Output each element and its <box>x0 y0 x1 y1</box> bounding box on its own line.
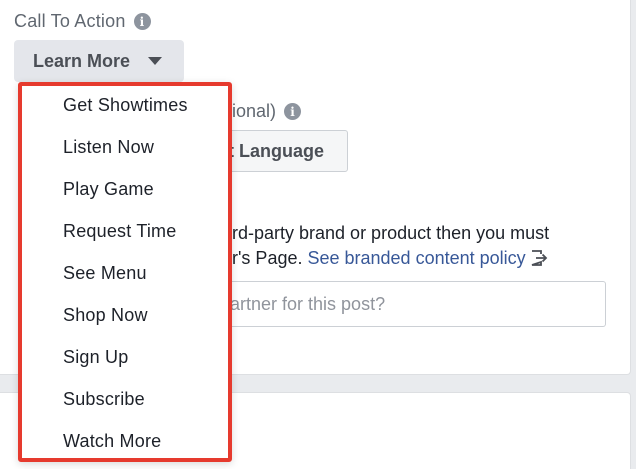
menu-item-get-showtimes[interactable]: Get Showtimes <box>63 95 188 116</box>
branded-content-notice: rd-party brand or product then you must … <box>232 221 612 271</box>
caret-down-icon <box>148 57 162 65</box>
branded-line1: rd-party brand or product then you must <box>232 223 550 243</box>
add-language-button[interactable]: t Language <box>214 130 348 172</box>
cta-dropdown-menu: Get Showtimes Listen Now Play Game Reque… <box>18 82 232 462</box>
menu-item-play-game[interactable]: Play Game <box>63 179 154 200</box>
menu-item-sign-up[interactable]: Sign Up <box>63 347 128 368</box>
exit-link-icon[interactable] <box>530 249 548 267</box>
menu-item-listen-now[interactable]: Listen Now <box>63 137 154 158</box>
cta-label: Call To Action <box>14 11 126 31</box>
add-language-label: t Language <box>228 140 325 161</box>
language-label: ional) i <box>232 101 302 122</box>
cta-selected-value: Learn More <box>33 50 131 71</box>
info-icon[interactable]: i <box>284 103 302 120</box>
cta-heading: Call To Action i <box>14 11 151 32</box>
branded-content-policy-link[interactable]: See branded content policy <box>307 248 525 268</box>
menu-item-request-time[interactable]: Request Time <box>63 221 176 242</box>
branded-partner-input[interactable]: artner for this post? <box>216 281 606 327</box>
branded-line2: r's Page. <box>232 248 308 268</box>
menu-item-see-menu[interactable]: See Menu <box>63 263 147 284</box>
partner-input-placeholder: artner for this post? <box>230 293 386 314</box>
menu-item-subscribe[interactable]: Subscribe <box>63 389 145 410</box>
language-label-text: ional) <box>232 101 277 121</box>
info-icon[interactable]: i <box>133 13 151 30</box>
menu-item-shop-now[interactable]: Shop Now <box>63 305 148 326</box>
cta-dropdown-button[interactable]: Learn More <box>14 40 184 82</box>
menu-item-watch-more[interactable]: Watch More <box>63 431 161 452</box>
